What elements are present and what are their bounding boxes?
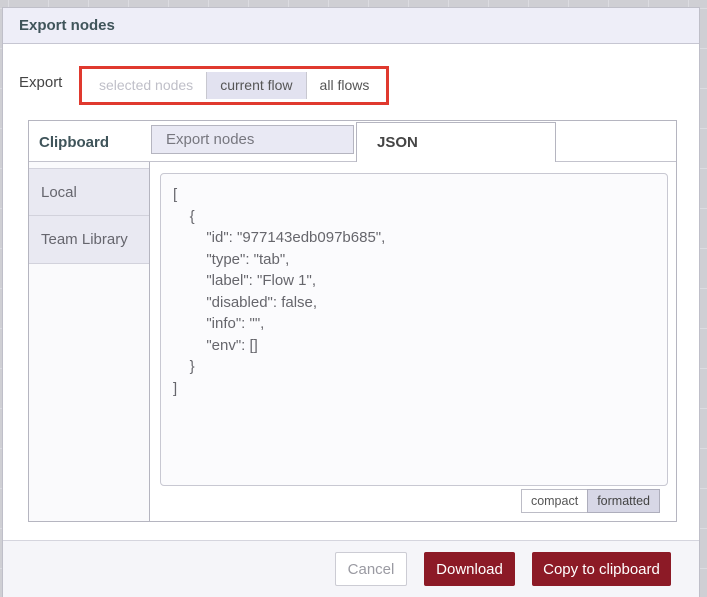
dialog-title: Export nodes — [19, 17, 115, 34]
export-nodes-dialog: Export nodes Export selected nodes curre… — [2, 7, 700, 597]
tab-json[interactable]: JSON — [356, 122, 556, 162]
node-red-workspace-background: Export nodes Export selected nodes curre… — [0, 0, 707, 597]
copy-to-clipboard-button[interactable]: Copy to clipboard — [532, 552, 671, 586]
json-format-button-group: compact formatted — [520, 489, 660, 513]
annotation-highlight-box: selected nodes current flow all flows — [79, 66, 390, 105]
compact-button[interactable]: compact — [520, 489, 588, 513]
download-button[interactable]: Download — [424, 552, 515, 586]
cancel-button[interactable]: Cancel — [335, 552, 407, 586]
sidebar-item-local[interactable]: Local — [29, 168, 149, 216]
tab-export-nodes[interactable]: Export nodes — [151, 125, 354, 154]
current-flow-button[interactable]: current flow — [207, 72, 307, 99]
export-library-panel: Clipboard Export nodes JSON Local Team L… — [28, 120, 677, 522]
selected-nodes-button[interactable]: selected nodes — [86, 72, 208, 99]
all-flows-button[interactable]: all flows — [306, 72, 383, 99]
sidebar-item-team-library[interactable]: Team Library — [29, 216, 149, 264]
dialog-footer: Cancel Download Copy to clipboard — [3, 540, 699, 597]
dialog-header: Export nodes — [3, 8, 699, 44]
export-scope-label: Export — [19, 74, 63, 91]
formatted-button[interactable]: formatted — [587, 489, 660, 513]
library-sidebar: Local Team Library — [29, 162, 150, 521]
clipboard-label: Clipboard — [39, 134, 109, 151]
export-scope-button-group: selected nodes current flow all flows — [86, 72, 383, 99]
export-json-textarea[interactable]: [ { "id": "977143edb097b685", "type": "t… — [160, 173, 668, 486]
